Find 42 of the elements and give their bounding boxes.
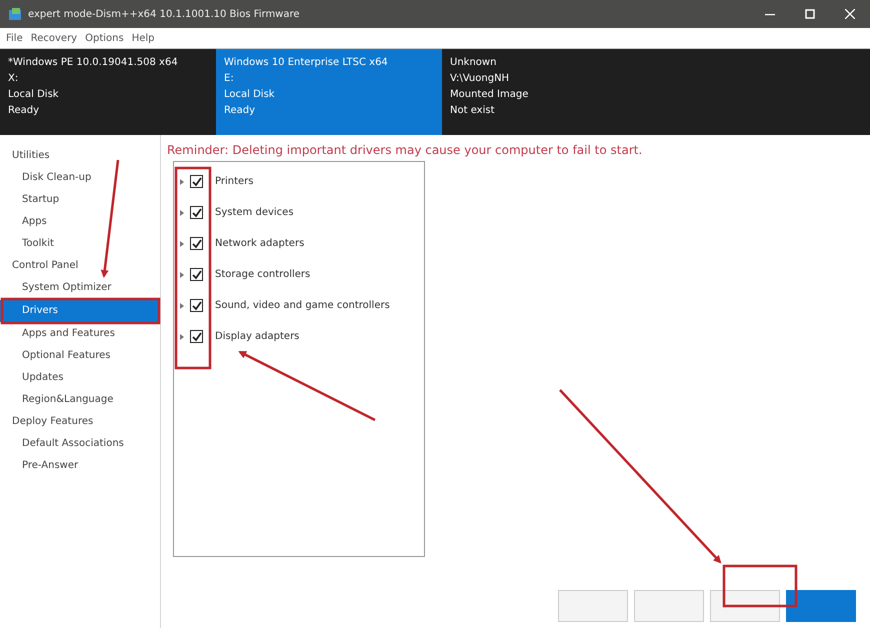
sidebar-item[interactable]: Drivers — [0, 300, 158, 322]
reminder-text: Reminder: Deleting important drivers may cause your computer to fail to start. — [167, 143, 644, 157]
driver-category: Storage controllers — [215, 269, 310, 280]
sidebar-item[interactable]: Updates — [0, 367, 160, 389]
window-title: expert mode-Dism++x64 10.1.1001.10 Bios Firmware — [28, 8, 300, 20]
driver-category: Printers — [215, 176, 254, 187]
sidebar-item[interactable]: Startup — [0, 189, 160, 211]
image-detail: Local Disk — [8, 88, 60, 102]
driver-category: System devices — [215, 207, 294, 218]
image-detail: Mounted Image — [450, 88, 530, 102]
sidebar-item[interactable]: Apps and Features — [0, 323, 160, 345]
driver-category: Sound, video and game controllers — [215, 300, 390, 311]
image-detail: Not exist — [450, 104, 496, 118]
sidebar-item[interactable]: Default Associations — [0, 433, 160, 455]
image-entry[interactable]: Windows 10 Enterprise LTSC x64 E: Local Disk Ready — [216, 49, 442, 135]
driver-category: Display adapters — [215, 331, 300, 342]
sidebar-item[interactable]: Disk Clean-up — [0, 167, 160, 189]
sidebar-item[interactable]: Apps — [0, 211, 160, 233]
sidebar-item[interactable]: Pre-Answer — [0, 455, 160, 477]
sidebar-item[interactable]: Region&Language — [0, 389, 160, 411]
image-detail: X: — [8, 72, 20, 86]
image-detail: Local Disk — [224, 88, 276, 102]
image-detail: Windows 10 Enterprise LTSC x64 — [224, 56, 389, 70]
image-detail: *Windows PE 10.0.19041.508 x64 — [8, 56, 179, 70]
sidebar-header: Deploy Features — [11, 415, 94, 429]
image-entry[interactable]: Unknown V:\VuongNH Mounted Image Not exist — [442, 49, 870, 135]
image-detail: Ready — [224, 104, 256, 118]
driver-category: Network adapters — [215, 238, 304, 249]
image-entry[interactable]: *Windows PE 10.0.19041.508 x64 X: Local Disk Ready — [0, 49, 216, 135]
image-detail: V:\VuongNH — [450, 72, 510, 86]
sidebar-item[interactable]: Toolkit — [0, 233, 160, 255]
image-detail: E: — [224, 72, 235, 86]
image-detail: Ready — [8, 104, 40, 118]
sidebar-header: Utilities — [11, 149, 51, 163]
menu-item[interactable]: File — [6, 32, 23, 44]
menu-item[interactable]: Options — [85, 32, 124, 44]
sidebar-header: Control Panel — [11, 259, 80, 273]
image-detail: Unknown — [450, 56, 498, 70]
sidebar-item[interactable]: System Optimizer — [0, 277, 160, 299]
sidebar-item[interactable]: Optional Features — [0, 345, 160, 367]
menu-item[interactable]: Recovery — [30, 32, 78, 44]
menu-item[interactable]: Help — [132, 32, 155, 44]
